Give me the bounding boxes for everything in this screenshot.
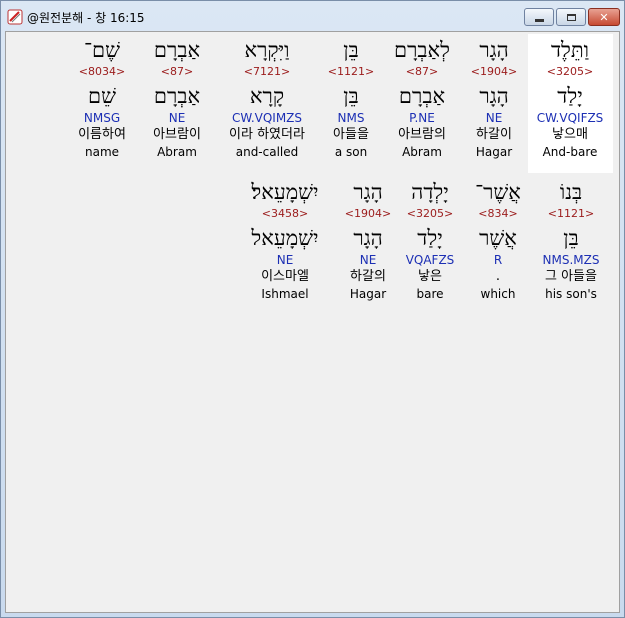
minimize-button[interactable]	[524, 8, 554, 26]
english-gloss: his son's	[545, 287, 597, 301]
hebrew-word: הָגָר	[353, 180, 383, 204]
korean-gloss: 이라 하였더라	[229, 127, 305, 142]
strong-number: <3458>	[261, 207, 309, 220]
app-window: @원전분해 - 창 16:15 ✕ וַתֵּלֶד <3205> יָלַד …	[0, 0, 625, 618]
korean-gloss: 하갈이	[476, 127, 512, 142]
hebrew-lemma: אַבְרָם	[398, 84, 446, 108]
english-gloss: And-bare	[542, 145, 598, 159]
hebrew-word: בֵּן	[343, 38, 359, 62]
hebrew-lemma: הָגָר	[479, 84, 509, 108]
english-gloss: Ishmael	[261, 287, 309, 301]
hebrew-word: בְּנוֹ	[559, 180, 583, 204]
english-gloss: Abram	[157, 145, 197, 159]
korean-gloss: 이름하여	[78, 127, 126, 142]
english-gloss: name	[84, 145, 120, 159]
maximize-button[interactable]	[556, 8, 586, 26]
maximize-icon	[566, 13, 576, 21]
strong-number: <1121>	[547, 207, 595, 220]
word-cell[interactable]: שֶׁם־ <8034> שֵׁם NMSG 이름하여 name	[62, 36, 142, 160]
word-cell[interactable]: אַבְרָם <87> אַבְרָם NE 아브람이 Abram	[137, 36, 217, 160]
hebrew-lemma: קָרָא	[249, 84, 285, 108]
english-gloss: Hagar	[349, 287, 387, 301]
strong-number: <1904>	[344, 207, 392, 220]
hebrew-lemma: יָלַד	[557, 84, 583, 108]
strong-number: <7121>	[243, 65, 291, 78]
hebrew-word: וַתֵּלֶד	[550, 38, 590, 62]
korean-gloss: .	[495, 269, 501, 284]
morphology-code: R	[493, 253, 503, 267]
korean-gloss: 이스마엘	[261, 269, 309, 284]
hebrew-lemma: אַבְרָם	[153, 84, 201, 108]
morphology-code: NMS.MZS	[542, 253, 600, 267]
app-icon	[7, 9, 23, 25]
word-cell[interactable]: אֲשֶׁר־ <834> אֲשֶׁר R . which	[458, 178, 538, 302]
hebrew-lemma: יִשְׁמָעֵאל	[251, 226, 319, 250]
korean-gloss: 아브람이	[153, 127, 201, 142]
morphology-code: NE	[276, 253, 294, 267]
strong-number: <3205>	[546, 65, 594, 78]
morphology-code: NE	[168, 111, 186, 125]
word-cell[interactable]: הָגָר <1904> הָגָר NE 하갈의 Hagar	[328, 178, 408, 302]
word-cell[interactable]: בֵּן <1121> בֵּן NMS 아들을 a son	[311, 36, 391, 160]
hebrew-lemma: בֵּן	[343, 84, 359, 108]
hebrew-lemma: בֵּן	[563, 226, 579, 250]
strong-number: <8034>	[78, 65, 126, 78]
morphology-code: NMSG	[83, 111, 121, 125]
morphology-code: NE	[485, 111, 503, 125]
window-title: @원전분해 - 창 16:15	[27, 11, 145, 25]
hebrew-word: אֲשֶׁר־	[475, 180, 521, 204]
interlinear-panel: וַתֵּלֶד <3205> יָלַד CW.VQIFZS 낳으매 And-…	[5, 31, 620, 613]
hebrew-lemma: שֵׁם	[88, 84, 116, 108]
english-gloss: which	[480, 287, 516, 301]
strong-number: <834>	[478, 207, 518, 220]
korean-gloss: 아들을	[333, 127, 369, 142]
english-gloss: Abram	[402, 145, 442, 159]
word-cell[interactable]: בְּנוֹ <1121> בֵּן NMS.MZS 그 아들을 his son…	[531, 178, 611, 302]
minimize-icon	[534, 18, 544, 22]
english-gloss: a son	[334, 145, 368, 159]
english-gloss: Hagar	[475, 145, 513, 159]
korean-gloss: 아브람의	[398, 127, 446, 142]
korean-gloss: 그 아들을	[545, 269, 597, 284]
strong-number: <1904>	[470, 65, 518, 78]
word-cell[interactable]: וַתֵּלֶד <3205> יָלַד CW.VQIFZS 낳으매 And-…	[530, 36, 610, 160]
title-bar[interactable]: @원전분해 - 창 16:15 ✕	[1, 1, 624, 31]
morphology-code: CW.VQIMZS	[231, 111, 303, 125]
morphology-code: NMS	[337, 111, 365, 125]
morphology-code: P.NE	[409, 111, 435, 125]
korean-gloss: 하갈의	[350, 269, 386, 284]
close-icon: ✕	[599, 10, 609, 24]
hebrew-word: שֶׁם־	[83, 38, 120, 62]
word-cell[interactable]: לְאַבְרָם <87> אַבְרָם P.NE 아브람의 Abram	[382, 36, 462, 160]
hebrew-word: וַיִּקְרָא	[244, 38, 290, 62]
hebrew-word: יִשְׁמָעֵאל׃	[251, 180, 319, 204]
hebrew-lemma: אֲשֶׁר	[479, 226, 517, 250]
english-gloss: and-called	[235, 145, 299, 159]
word-cell[interactable]: וַיִּקְרָא <7121> קָרָא CW.VQIMZS 이라 하였더…	[222, 36, 312, 160]
close-button[interactable]: ✕	[588, 8, 620, 26]
korean-gloss: 낳으매	[552, 127, 588, 142]
strong-number: <1121>	[327, 65, 375, 78]
strong-number: <87>	[160, 65, 194, 78]
window-bottom-border	[1, 613, 624, 617]
hebrew-lemma: הָגָר	[353, 226, 383, 250]
morphology-code: NE	[359, 253, 377, 267]
word-cell[interactable]: הָגָר <1904> הָגָר NE 하갈이 Hagar	[454, 36, 534, 160]
hebrew-word: אַבְרָם	[153, 38, 201, 62]
strong-number: <87>	[405, 65, 439, 78]
hebrew-word: לְאַבְרָם	[394, 38, 450, 62]
morphology-code: CW.VQIFZS	[536, 111, 604, 125]
word-cell[interactable]: יִשְׁמָעֵאל׃ <3458> יִשְׁמָעֵאל NE 이스마엘 …	[242, 178, 328, 302]
hebrew-word: הָגָר	[479, 38, 509, 62]
